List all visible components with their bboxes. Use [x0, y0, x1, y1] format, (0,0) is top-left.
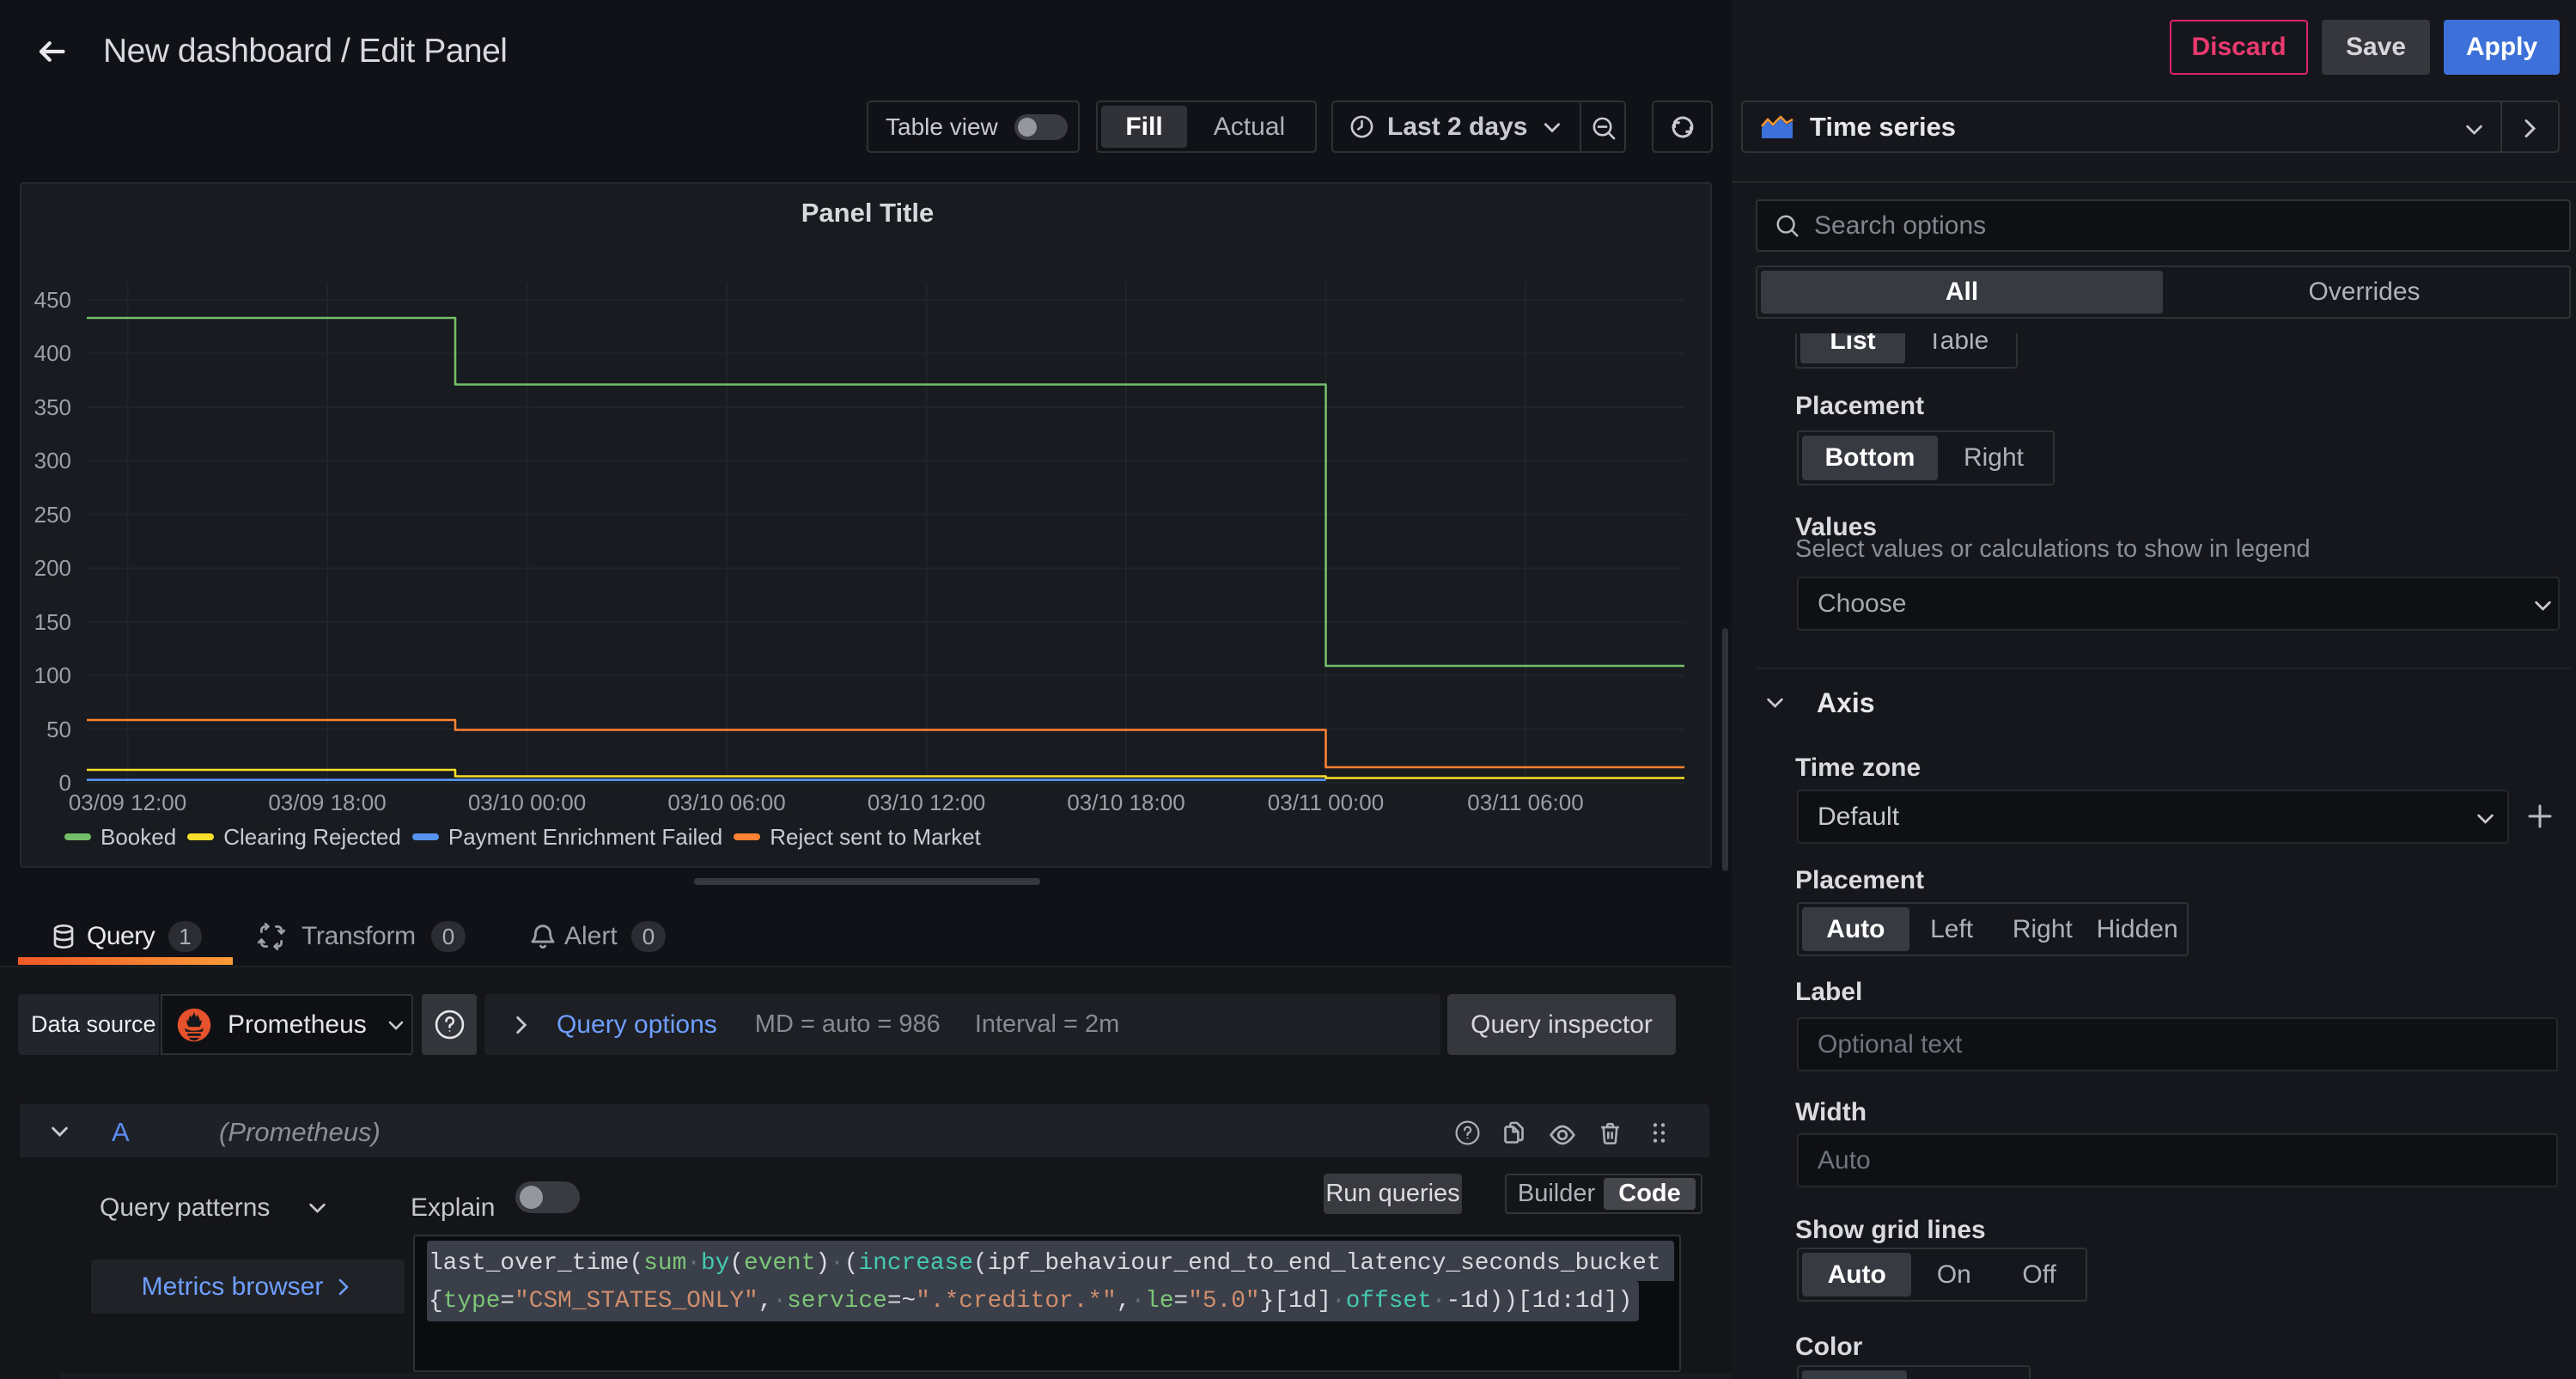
svg-text:300: 300: [34, 448, 71, 473]
svg-text:03/09 12:00: 03/09 12:00: [69, 790, 186, 815]
svg-text:100: 100: [34, 662, 71, 688]
svg-text:03/10 06:00: 03/10 06:00: [667, 790, 785, 815]
svg-text:03/10 12:00: 03/10 12:00: [868, 790, 985, 815]
svg-text:03/11 06:00: 03/11 06:00: [1467, 790, 1583, 815]
svg-text:150: 150: [34, 609, 71, 635]
svg-text:450: 450: [34, 287, 71, 313]
svg-text:50: 50: [46, 717, 71, 742]
svg-text:250: 250: [34, 502, 71, 528]
svg-text:400: 400: [34, 340, 71, 366]
svg-text:03/09 18:00: 03/09 18:00: [268, 790, 386, 815]
svg-text:03/11 00:00: 03/11 00:00: [1268, 790, 1384, 815]
svg-text:03/10 00:00: 03/10 00:00: [468, 790, 586, 815]
svg-text:200: 200: [34, 555, 71, 581]
svg-text:03/10 18:00: 03/10 18:00: [1067, 790, 1184, 815]
svg-text:350: 350: [34, 394, 71, 420]
